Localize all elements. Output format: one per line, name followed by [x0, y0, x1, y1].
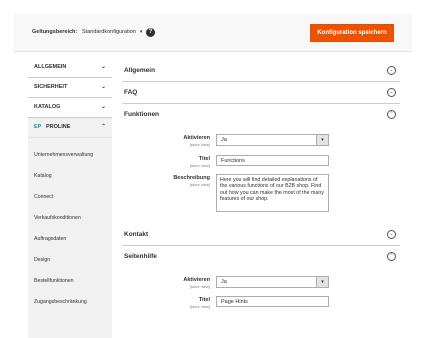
input-value: Functions: [221, 158, 245, 164]
section-funktionen[interactable]: Funktionen ⌃: [122, 104, 400, 126]
proline-sublist: Unternehmensverwaltung Katalog Connect V…: [28, 138, 112, 338]
section-kontakt[interactable]: Kontakt ⌄: [122, 224, 400, 246]
sidebar-item-bestellfunktionen[interactable]: Bestellfunktionen: [34, 278, 74, 284]
section-allgemein[interactable]: Allgemein ⌄: [122, 60, 400, 82]
chevron-down-icon: ⌄: [100, 84, 106, 90]
field-scope: [store view]: [189, 182, 210, 187]
aktivieren-select[interactable]: Ja ▾: [216, 134, 329, 146]
expand-icon: ⌄: [387, 88, 396, 97]
save-config-button[interactable]: Konfiguration speichern: [310, 24, 394, 42]
sidebar-item-verkaufskonditionen[interactable]: Verkaufskonditionen: [34, 215, 81, 221]
field-scope: [store view]: [189, 163, 210, 168]
sidebar-tab-proline[interactable]: EP PROLINE ⌃: [28, 118, 112, 138]
sidebar-tab-label: ALLGEMEIN: [34, 64, 67, 70]
seitenhilfe-aktivieren-select[interactable]: Ja ▾: [216, 276, 329, 288]
sidebar-item-auftragsdaten[interactable]: Auftragsdaten: [34, 236, 66, 242]
config-sidebar: ALLGEMEIN ⌄ SICHERHEIT ⌄ KATALOG ⌄ EP PR…: [28, 58, 112, 338]
chevron-down-icon: ⌄: [100, 104, 106, 110]
scope-bar: Geltungsbereich: Standardkonfiguration ▾ …: [0, 0, 426, 60]
field-scope: [store view]: [189, 284, 210, 289]
section-title: Allgemein: [124, 67, 156, 74]
field-label: Titel: [198, 297, 210, 303]
section-title: Seitenhilfe: [124, 253, 157, 260]
sidebar-item-katalog[interactable]: Katalog: [34, 173, 52, 179]
beschreibung-textarea[interactable]: Here you will find detailed explanations…: [216, 174, 329, 212]
sidebar-tab-label: SICHERHEIT: [34, 84, 68, 90]
chevron-down-icon: ▾: [316, 135, 328, 145]
section-title: FAQ: [124, 89, 138, 96]
field-scope: [store view]: [189, 142, 210, 147]
collapse-icon: ⌃: [387, 252, 396, 261]
expand-icon: ⌄: [387, 230, 396, 239]
select-value: Ja: [221, 279, 227, 285]
sidebar-tab-label: PROLINE: [46, 124, 71, 130]
chevron-down-icon: ▾: [139, 29, 143, 35]
select-value: Ja: [221, 137, 227, 143]
scope-label: Geltungsbereich:: [32, 29, 78, 35]
field-label: Titel: [198, 156, 210, 162]
field-scope: [store view]: [189, 304, 210, 309]
chevron-down-icon: ⌄: [100, 64, 106, 70]
scope-switcher[interactable]: Standardkonfiguration ▾: [82, 29, 142, 35]
sidebar-tab-sicherheit[interactable]: SICHERHEIT ⌄: [28, 78, 112, 98]
help-icon[interactable]: ?: [146, 28, 155, 37]
field-label: Aktivieren: [183, 277, 210, 283]
scope-switcher-value: Standardkonfiguration: [82, 29, 136, 35]
section-title: Kontakt: [124, 231, 149, 238]
chevron-down-icon: ▾: [316, 277, 328, 287]
field-label: Aktivieren: [183, 135, 210, 141]
sidebar-tab-katalog[interactable]: KATALOG ⌄: [28, 98, 112, 118]
sidebar-item-unternehmensverwaltung[interactable]: Unternehmensverwaltung: [34, 152, 93, 158]
titel-input[interactable]: Functions: [216, 155, 329, 166]
collapse-icon: ⌃: [387, 110, 396, 119]
sidebar-tab-label: KATALOG: [34, 104, 61, 110]
section-title: Funktionen: [124, 111, 160, 118]
section-seitenhilfe[interactable]: Seitenhilfe ⌃: [122, 246, 400, 268]
seitenhilfe-titel-input[interactable]: Page Hints: [216, 296, 329, 307]
input-value: Page Hints: [221, 299, 248, 305]
section-faq[interactable]: FAQ ⌄: [122, 82, 400, 104]
chevron-up-icon: ⌃: [100, 124, 106, 130]
sidebar-item-connect[interactable]: Connect: [34, 194, 53, 200]
sidebar-item-zugangsbeschraenkung[interactable]: Zugangsbeschränkung: [34, 299, 87, 305]
sidebar-item-design[interactable]: Design: [34, 257, 50, 263]
expand-icon: ⌄: [387, 66, 396, 75]
field-label: Beschreibung: [173, 175, 210, 181]
proline-logo: EP: [34, 124, 42, 130]
sidebar-tab-allgemein[interactable]: ALLGEMEIN ⌄: [28, 58, 112, 78]
